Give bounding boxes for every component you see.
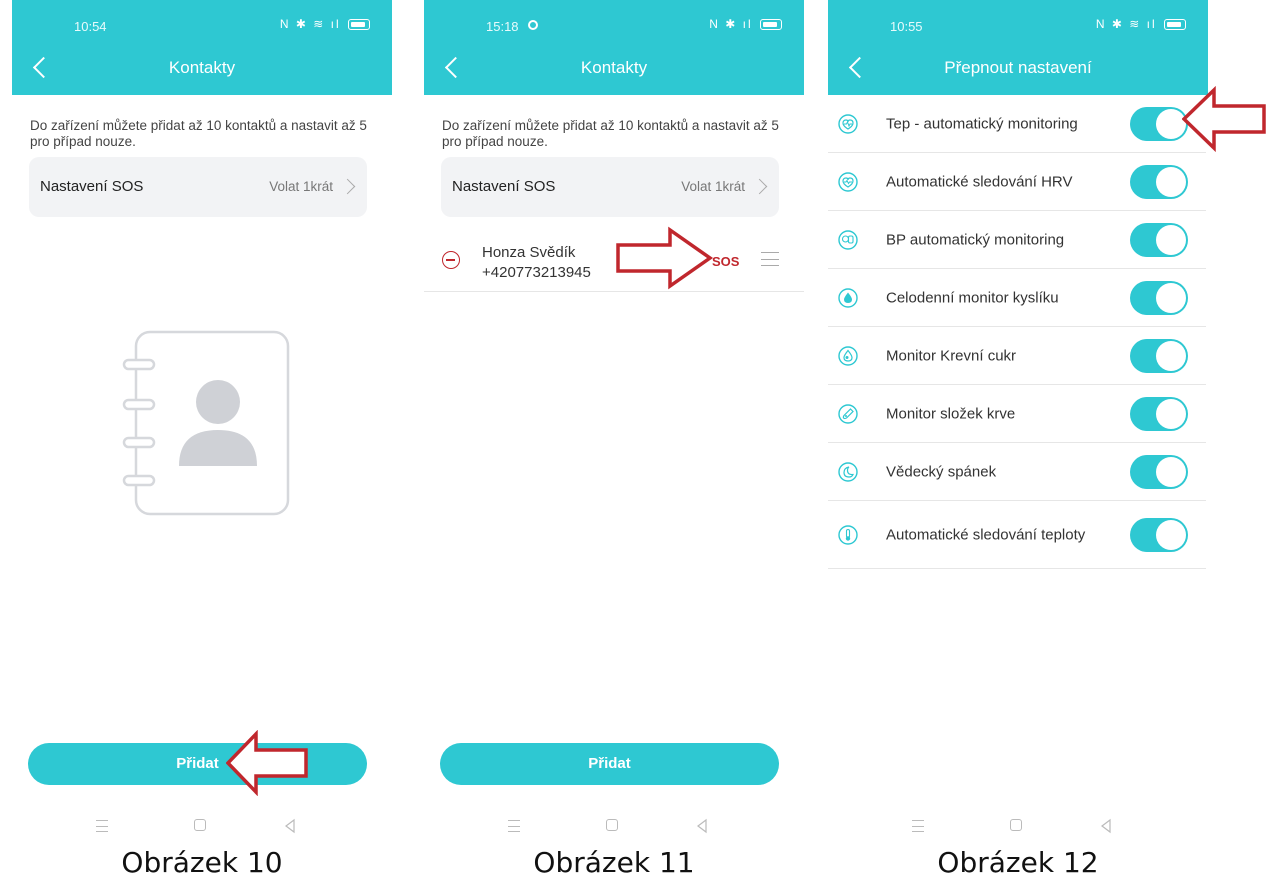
toggle-knob bbox=[1156, 456, 1186, 487]
system-nav-bar bbox=[828, 815, 1208, 839]
app-header: 10:55 N ✱ ≋ ıl Přepnout nastavení bbox=[828, 0, 1208, 95]
sos-settings-row[interactable]: Nastavení SOS Volat 1krát bbox=[441, 157, 779, 217]
app-header: 15:18 N ✱ ıl Kontakty bbox=[424, 0, 804, 95]
setting-label: Vědecký spánek bbox=[886, 463, 997, 480]
thermometer-icon bbox=[838, 524, 858, 545]
status-bar: 10:54 N ✱ ≋ ıl bbox=[12, 0, 392, 42]
app-header: 10:54 N ✱ ≋ ıl Kontakty bbox=[12, 0, 392, 95]
status-bar: 15:18 N ✱ ıl bbox=[424, 0, 804, 42]
setting-row-temperature[interactable]: Automatické sledování teploty bbox=[828, 501, 1206, 569]
contacts-info-text: Do zařízení můžete přidat až 10 kontaktů… bbox=[30, 118, 367, 149]
setting-row-oxygen[interactable]: Celodenní monitor kyslíku bbox=[828, 269, 1206, 327]
blood-pressure-icon bbox=[838, 229, 858, 250]
status-icons: N ✱ ≋ ıl bbox=[280, 17, 370, 31]
toggle-switch[interactable] bbox=[1130, 222, 1188, 257]
figure-caption-12: Obrázek 12 bbox=[937, 846, 1099, 879]
battery-icon bbox=[348, 19, 370, 31]
status-bar: 10:55 N ✱ ≋ ıl bbox=[828, 0, 1208, 42]
setting-row-blood-pressure[interactable]: BP automatický monitoring bbox=[828, 211, 1206, 269]
contact-name: Honza Svědík bbox=[482, 244, 576, 261]
toggle-switch[interactable] bbox=[1130, 338, 1188, 373]
sos-settings-value: Volat 1krát bbox=[681, 179, 745, 194]
toggle-knob bbox=[1156, 224, 1186, 255]
chevron-right-icon bbox=[339, 178, 356, 195]
nav-home-icon[interactable] bbox=[1010, 819, 1022, 831]
sleep-moon-icon bbox=[838, 461, 858, 482]
chevron-right-icon bbox=[751, 178, 768, 195]
nav-home-icon[interactable] bbox=[606, 819, 618, 831]
setting-label: Automatické sledování teploty bbox=[886, 526, 1086, 543]
setting-row-sleep[interactable]: Vědecký spánek bbox=[828, 443, 1206, 501]
blood-sugar-icon bbox=[838, 345, 858, 366]
empty-contacts-illustration bbox=[122, 330, 290, 516]
contacts-info-text: Do zařízení můžete přidat až 10 kontaktů… bbox=[442, 118, 779, 149]
setting-row-hrv[interactable]: Automatické sledování HRV bbox=[828, 153, 1206, 211]
sos-settings-value: Volat 1krát bbox=[269, 179, 333, 194]
heart-rate-icon bbox=[838, 113, 858, 134]
battery-icon bbox=[1164, 19, 1186, 31]
status-time: 10:54 bbox=[74, 19, 107, 34]
page-title: Kontakty bbox=[168, 58, 236, 77]
system-nav-bar bbox=[424, 815, 804, 839]
status-time: 15:18 bbox=[486, 19, 519, 34]
phone-screen-contacts-empty: 10:54 N ✱ ≋ ıl Kontakty Do zařízení může… bbox=[12, 0, 392, 840]
setting-label: Automatické sledování HRV bbox=[886, 173, 1073, 190]
toggle-switch[interactable] bbox=[1130, 106, 1188, 141]
setting-label: BP automatický monitoring bbox=[886, 231, 1065, 248]
notification-icon bbox=[528, 20, 538, 30]
sos-settings-row[interactable]: Nastavení SOS Volat 1krát bbox=[29, 157, 367, 217]
toggle-switch[interactable] bbox=[1130, 517, 1188, 552]
nav-back-icon[interactable] bbox=[282, 818, 298, 834]
figure-caption-10: Obrázek 10 bbox=[121, 846, 283, 879]
phone-screen-toggle-settings: 10:55 N ✱ ≋ ıl Přepnout nastavení Tep - … bbox=[828, 0, 1208, 840]
oxygen-drop-icon bbox=[838, 287, 858, 308]
hrv-icon bbox=[838, 171, 858, 192]
contact-phone: +420773213945 bbox=[482, 264, 591, 281]
toggle-switch[interactable] bbox=[1130, 164, 1188, 199]
setting-row-blood-components[interactable]: Monitor složek krve bbox=[828, 385, 1206, 443]
figure-caption-11: Obrázek 11 bbox=[533, 846, 695, 879]
system-nav-bar bbox=[12, 815, 392, 839]
drag-handle-icon[interactable] bbox=[761, 252, 779, 266]
sos-settings-label: Nastavení SOS bbox=[452, 178, 556, 195]
toggle-switch[interactable] bbox=[1130, 396, 1188, 431]
toggle-knob bbox=[1156, 398, 1186, 429]
nav-back-icon[interactable] bbox=[694, 818, 710, 834]
toggle-switch[interactable] bbox=[1130, 280, 1188, 315]
toggle-knob bbox=[1156, 282, 1186, 313]
status-icons: N ✱ ≋ ıl bbox=[1096, 17, 1186, 31]
contact-list-item[interactable]: Honza Svědík +420773213945 SOS bbox=[424, 228, 804, 292]
nav-menu-icon[interactable] bbox=[96, 820, 108, 832]
add-contact-button[interactable]: Přidat bbox=[440, 743, 779, 785]
page-title: Přepnout nastavení bbox=[944, 58, 1092, 77]
toggle-knob bbox=[1156, 108, 1186, 139]
setting-label: Celodenní monitor kyslíku bbox=[886, 289, 1059, 306]
blood-components-icon bbox=[838, 403, 858, 424]
sos-settings-label: Nastavení SOS bbox=[40, 178, 144, 195]
phone-screen-contacts-list: 15:18 N ✱ ıl Kontakty Do zařízení můžete… bbox=[424, 0, 804, 840]
toggle-switch[interactable] bbox=[1130, 454, 1188, 489]
page-title: Kontakty bbox=[580, 58, 648, 77]
setting-label: Monitor Krevní cukr bbox=[886, 347, 1017, 364]
setting-label: Monitor složek krve bbox=[886, 405, 1016, 422]
toggle-knob bbox=[1156, 166, 1186, 197]
setting-row-heart-rate[interactable]: Tep - automatický monitoring bbox=[828, 95, 1206, 153]
nav-menu-icon[interactable] bbox=[508, 820, 520, 832]
status-icons: N ✱ ıl bbox=[709, 17, 782, 31]
nav-menu-icon[interactable] bbox=[912, 820, 924, 832]
nav-home-icon[interactable] bbox=[194, 819, 206, 831]
add-contact-button[interactable]: Přidat bbox=[28, 743, 367, 785]
toggle-knob bbox=[1156, 519, 1186, 550]
nav-back-icon[interactable] bbox=[1098, 818, 1114, 834]
setting-row-blood-sugar[interactable]: Monitor Krevní cukr bbox=[828, 327, 1206, 385]
status-time: 10:55 bbox=[890, 19, 923, 34]
settings-toggle-list: Tep - automatický monitoring Automatické… bbox=[828, 95, 1208, 569]
toggle-knob bbox=[1156, 340, 1186, 371]
contact-sos-tag[interactable]: SOS bbox=[712, 254, 739, 269]
battery-icon bbox=[760, 19, 782, 31]
setting-label: Tep - automatický monitoring bbox=[886, 115, 1078, 132]
remove-contact-icon[interactable] bbox=[442, 251, 460, 269]
